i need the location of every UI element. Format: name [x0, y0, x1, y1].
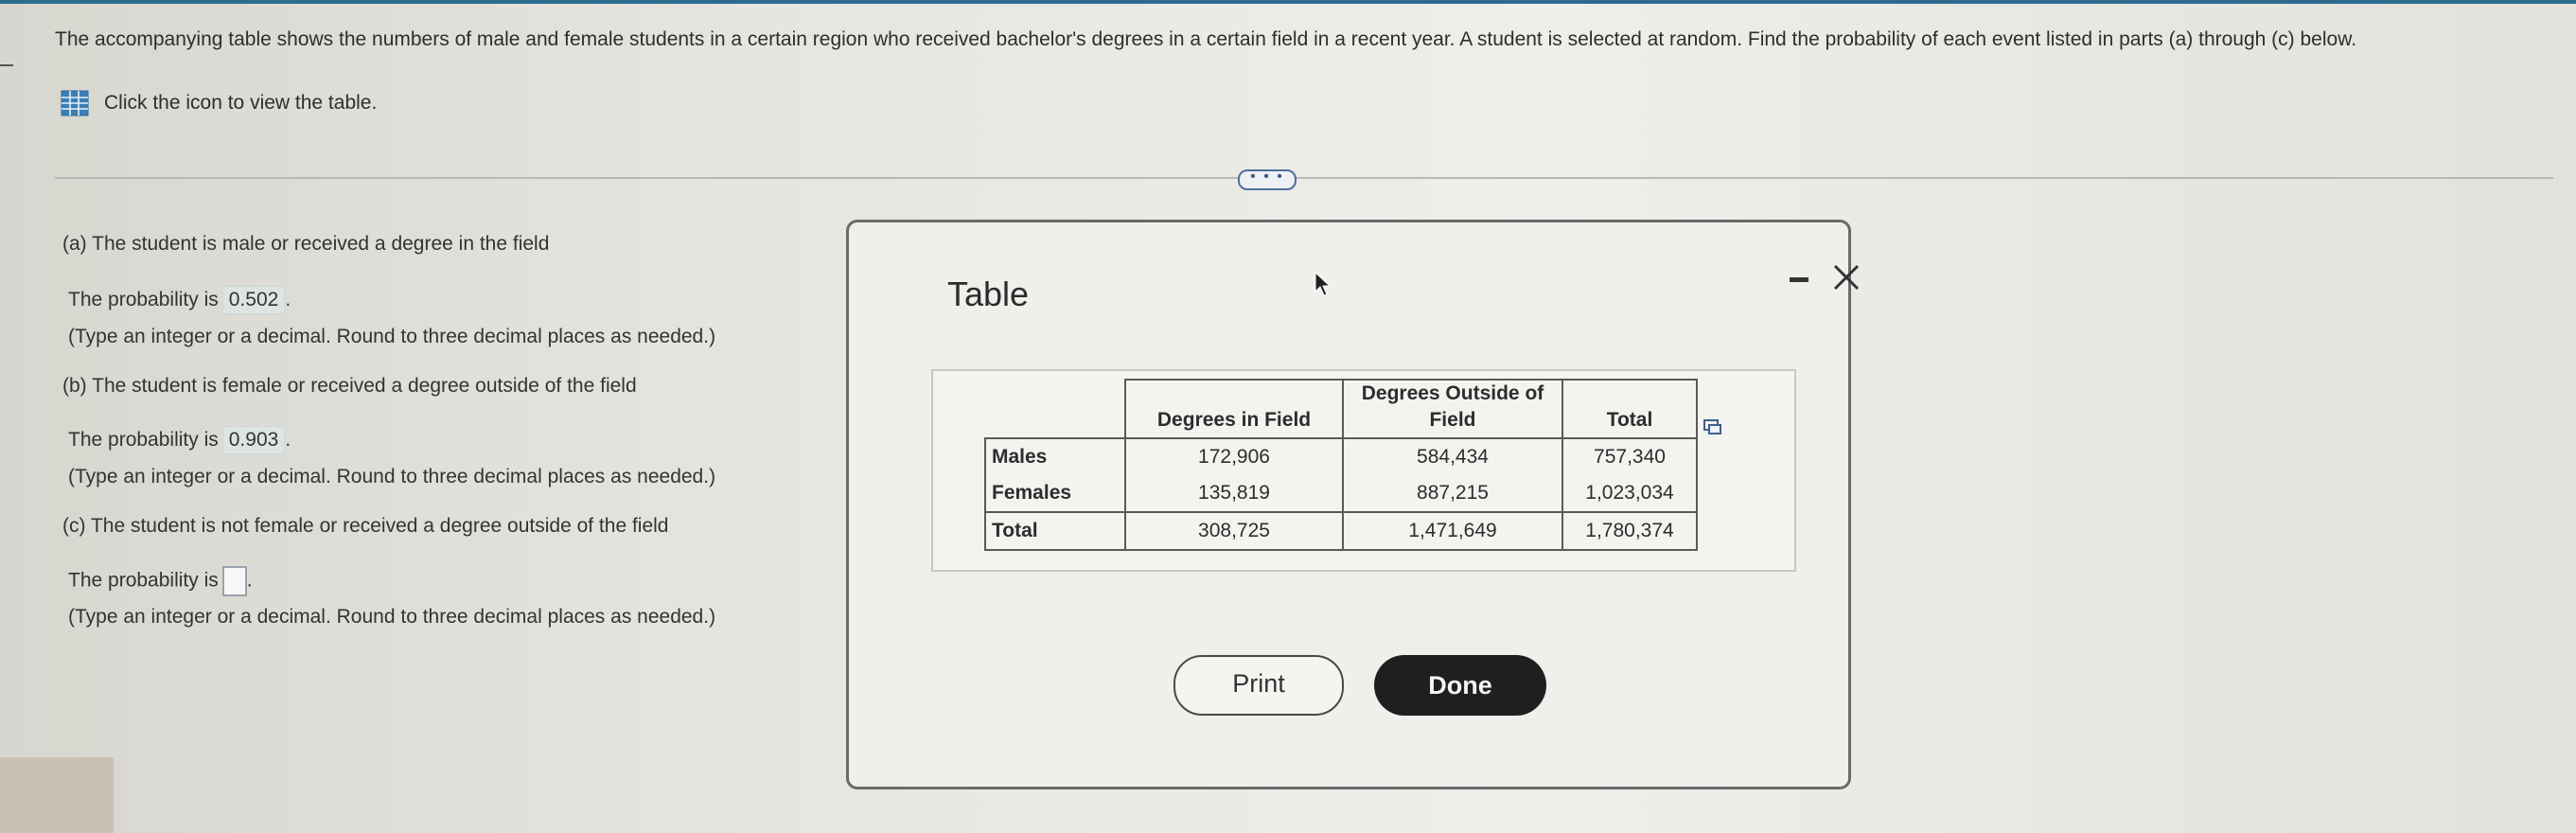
part-a-answer-field[interactable]: 0.502	[221, 286, 286, 314]
period: .	[285, 429, 291, 451]
table-row: Females 135,819 887,215 1,023,034	[984, 475, 1698, 512]
table-cell: 584,434	[1342, 437, 1562, 475]
question-text: The accompanying table shows the numbers…	[55, 28, 2357, 50]
part-a-title: (a) The student is male or received a de…	[62, 233, 550, 255]
part-c-prompt: The probability is	[68, 569, 219, 592]
part-a-answer-line: The probability is 0.502.	[68, 286, 291, 314]
part-b-prompt: The probability is	[68, 429, 219, 451]
table-cell: 172,906	[1124, 437, 1343, 475]
table-cell: 757,340	[1561, 437, 1698, 475]
table-row: Males 172,906 584,434 757,340	[984, 437, 1698, 475]
table-grid-icon[interactable]	[61, 90, 89, 116]
table-header-row: Degrees in Field Degrees Outside of Fiel…	[985, 379, 1698, 438]
table-cell: 887,215	[1342, 475, 1562, 512]
part-c-title: (c) The student is not female or receive…	[62, 515, 669, 537]
dialog-title: Table	[947, 275, 1030, 313]
page-background: The accompanying table shows the numbers…	[0, 0, 2576, 833]
degrees-table: Degrees in Field Degrees Outside of Fiel…	[984, 379, 1698, 551]
table-cell: 135,819	[1124, 475, 1343, 512]
part-b-answer-line: The probability is 0.903.	[68, 426, 291, 454]
row-label-females: Females	[984, 475, 1125, 512]
part-c-answer-line: The probability is.	[68, 566, 253, 596]
col-header-degrees-in-field: Degrees in Field	[1124, 379, 1343, 438]
table-row: Total 308,725 1,471,649 1,780,374	[984, 511, 1698, 551]
top-accent-bar	[0, 0, 2576, 4]
col-header-degrees-outside-field: Degrees Outside of Field	[1342, 379, 1562, 438]
section-divider	[55, 177, 2553, 179]
more-options-button[interactable]: • • •	[1238, 169, 1297, 190]
view-table-link[interactable]: Click the icon to view the table.	[104, 92, 377, 115]
print-button[interactable]: Print	[1173, 655, 1344, 716]
background-desk-strip	[0, 757, 114, 833]
row-label-males: Males	[984, 437, 1125, 475]
part-b-answer-field[interactable]: 0.903	[221, 426, 286, 454]
close-icon[interactable]	[1827, 258, 1865, 296]
part-b-title: (b) The student is female or received a …	[62, 375, 637, 397]
table-corner	[985, 380, 1125, 438]
view-table-row[interactable]: Click the icon to view the table.	[61, 90, 377, 116]
table-cell: 1,023,034	[1561, 475, 1698, 512]
left-edge-marker	[0, 64, 13, 66]
part-a-hint: (Type an integer or a decimal. Round to …	[68, 326, 716, 347]
table-cell: 1,780,374	[1561, 511, 1698, 551]
period: .	[285, 289, 291, 310]
minimize-icon[interactable]	[1788, 267, 1812, 292]
part-a-prompt: The probability is	[68, 289, 219, 310]
period: .	[246, 569, 253, 592]
part-b-hint: (Type an integer or a decimal. Round to …	[68, 466, 716, 487]
done-button[interactable]: Done	[1374, 655, 1546, 716]
copy-table-icon[interactable]	[1703, 418, 1722, 435]
table-cell: 308,725	[1124, 511, 1343, 551]
mouse-cursor-icon	[1314, 271, 1332, 296]
part-c-hint: (Type an integer or a decimal. Round to …	[68, 606, 716, 628]
row-label-total: Total	[984, 511, 1125, 551]
table-cell: 1,471,649	[1342, 511, 1562, 551]
col-header-total: Total	[1561, 379, 1698, 438]
part-c-answer-field[interactable]	[221, 566, 247, 596]
